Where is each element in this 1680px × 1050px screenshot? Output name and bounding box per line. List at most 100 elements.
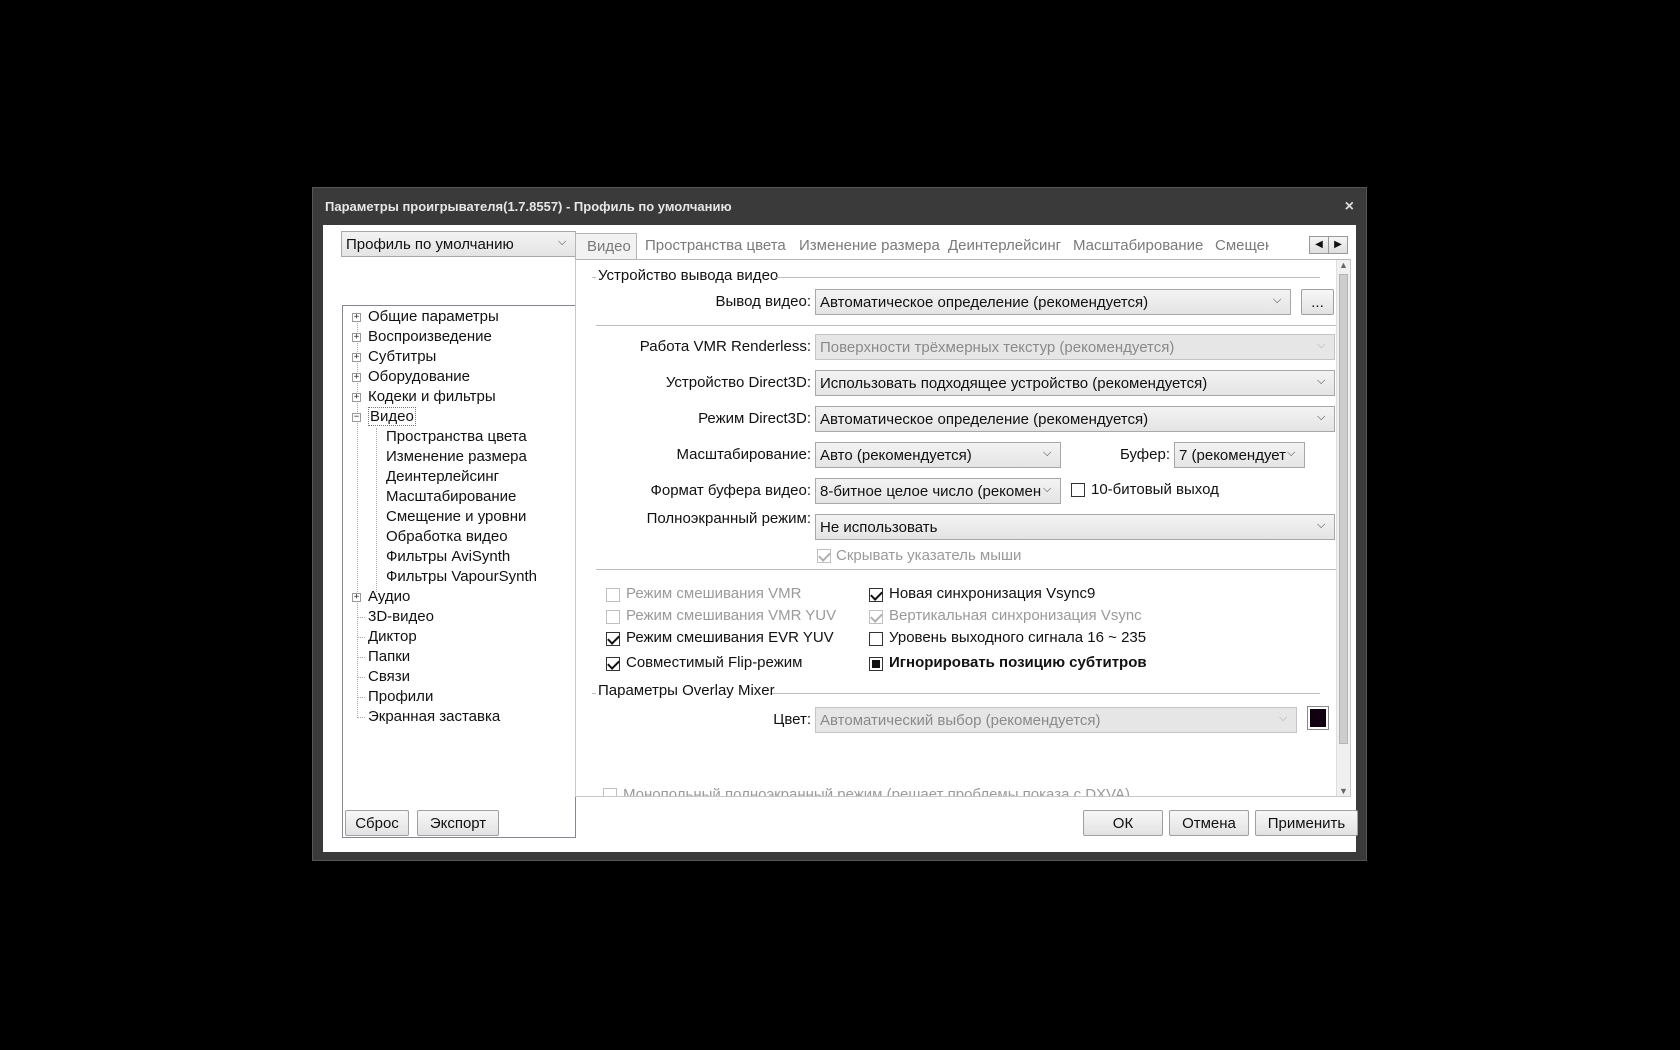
expand-icon[interactable]: +: [352, 313, 361, 322]
tree-item[interactable]: Масштабирование: [386, 488, 516, 508]
profile-select[interactable]: Профиль по умолчанию ⌵: [341, 231, 576, 257]
group-divider: [775, 277, 1320, 278]
evr-yuv-checkbox[interactable]: [606, 632, 620, 646]
overlay-color-select[interactable]: Автоматический выбор (рекомендуется) ⌵: [815, 707, 1297, 733]
video-output-select[interactable]: Автоматическое определение (рекомендуетс…: [815, 289, 1291, 315]
ten-bit-checkbox[interactable]: [1071, 483, 1085, 497]
vmr-mixing-checkbox[interactable]: [606, 588, 620, 602]
tab-scaling[interactable]: Масштабирование: [1073, 233, 1203, 259]
tab-resize[interactable]: Изменение размера: [799, 233, 940, 259]
tree-item[interactable]: Профили: [368, 688, 433, 708]
tab-deinterlacing[interactable]: Деинтерлейсинг: [948, 233, 1061, 259]
video-output-group-title: Устройство вывода видео: [598, 267, 779, 284]
expand-icon[interactable]: +: [352, 593, 361, 602]
settings-tree: Общие параметры + Воспроизведение + Субтитры…: [342, 305, 576, 838]
hide-cursor-checkbox[interactable]: [817, 549, 831, 563]
tree-item[interactable]: Оборудование: [368, 368, 470, 388]
chevron-down-icon: ⌵: [1317, 375, 1326, 387]
vmr-renderless-value: Поверхности трёхмерных текстур (рекоменд…: [820, 339, 1175, 356]
tree-item-label: Аудио: [368, 588, 411, 605]
tree-item-label: Диктор: [368, 628, 417, 645]
tree-item-label: Экранная заставка: [368, 708, 501, 725]
tree-item[interactable]: 3D-видео: [368, 608, 434, 628]
tree-guide-line: [357, 657, 365, 658]
expand-icon[interactable]: +: [352, 373, 361, 382]
vsync9-label: Новая синхронизация Vsync9: [889, 585, 1096, 602]
vsync9-checkbox[interactable]: [869, 588, 883, 602]
tree-item-label: Изменение размера: [386, 448, 527, 465]
tree-item[interactable]: Диктор: [368, 628, 417, 648]
export-button[interactable]: Экспорт: [417, 810, 499, 836]
collapse-icon[interactable]: −: [352, 413, 361, 422]
color-swatch-button[interactable]: [1307, 706, 1329, 730]
chevron-down-icon: ⌵: [1043, 447, 1052, 459]
tree-item[interactable]: Аудио: [368, 588, 410, 608]
color-swatch: [1310, 709, 1326, 727]
group-divider: [592, 277, 596, 278]
tree-item-label: Деинтерлейсинг: [386, 468, 500, 485]
tree-item[interactable]: Изменение размера: [386, 448, 527, 468]
scaling-select[interactable]: Авто (рекомендуется) ⌵: [815, 442, 1061, 468]
scroll-down-icon[interactable]: ▼: [1339, 786, 1348, 796]
tree-item-label: Смещение и уровни: [386, 508, 527, 525]
scaling-value: Авто (рекомендуется): [820, 447, 972, 464]
buffer-select[interactable]: 7 (рекомендует ⌵: [1174, 442, 1305, 468]
evr-yuv-label: Режим смешивания EVR YUV: [626, 629, 834, 646]
video-output-settings-button[interactable]: ...: [1301, 289, 1334, 315]
tab-video[interactable]: Видео: [575, 233, 637, 259]
chevron-down-icon: ⌵: [1317, 411, 1326, 423]
d3d-mode-select[interactable]: Автоматическое определение (рекомендуетс…: [815, 406, 1335, 432]
apply-button[interactable]: Применить: [1255, 810, 1358, 836]
reset-button[interactable]: Сброс: [345, 810, 409, 836]
expand-icon[interactable]: +: [352, 393, 361, 402]
tree-item[interactable]: Деинтерлейсинг: [386, 468, 499, 488]
flip-mode-checkbox[interactable]: [606, 657, 620, 671]
tree-item-label: Пространства цвета: [386, 428, 527, 445]
vmr-mixing-label: Режим смешивания VMR: [626, 585, 802, 602]
vsync-checkbox[interactable]: [869, 610, 883, 624]
ignore-sub-pos-checkbox[interactable]: [869, 657, 883, 671]
tree-item[interactable]: Папки: [368, 648, 410, 668]
scaling-label: Масштабирование:: [676, 446, 811, 463]
fullscreen-value: Не использовать: [820, 519, 938, 536]
ok-button[interactable]: ОК: [1083, 810, 1163, 836]
exclusive-fullscreen-checkbox[interactable]: [603, 788, 617, 796]
divider: [596, 569, 1336, 570]
d3d-device-select[interactable]: Использовать подходящее устройство (реко…: [815, 370, 1335, 396]
tree-guide-line: [376, 428, 377, 592]
cancel-button[interactable]: Отмена: [1169, 810, 1249, 836]
tree-item[interactable]: Фильтры AviSynth: [386, 548, 510, 568]
levels-checkbox[interactable]: [869, 632, 883, 646]
tab-scroll-right-icon[interactable]: ▶: [1328, 236, 1348, 254]
expand-icon[interactable]: +: [352, 353, 361, 362]
buffer-format-select[interactable]: 8-битное целое число (рекомен ⌵: [815, 478, 1061, 504]
page-scrollbar[interactable]: ▲ ▼: [1336, 260, 1350, 796]
tab-scroll-left-icon[interactable]: ◀: [1309, 236, 1329, 254]
tab-color-spaces[interactable]: Пространства цвета: [645, 233, 786, 259]
vmr-yuv-checkbox[interactable]: [606, 610, 620, 624]
close-icon[interactable]: ×: [1345, 198, 1354, 216]
tree-item[interactable]: Общие параметры: [368, 308, 499, 328]
tree-item[interactable]: Обработка видео: [386, 528, 508, 548]
fullscreen-label: Полноэкранный режим:: [646, 510, 811, 527]
d3d-device-label: Устройство Direct3D:: [665, 374, 811, 391]
tab-offset-levels[interactable]: Смещен: [1215, 233, 1269, 259]
tree-item[interactable]: Экранная заставка: [368, 708, 500, 728]
tree-item-label: Связи: [368, 668, 411, 685]
vmr-renderless-select[interactable]: Поверхности трёхмерных текстур (рекоменд…: [815, 334, 1335, 360]
overlay-color-label: Цвет:: [773, 711, 811, 728]
tree-item[interactable]: Смещение и уровни: [386, 508, 526, 528]
tree-item[interactable]: Связи: [368, 668, 410, 688]
d3d-mode-value: Автоматическое определение (рекомендуетс…: [820, 411, 1149, 428]
tree-item[interactable]: Воспроизведение: [368, 328, 492, 348]
scroll-up-icon[interactable]: ▲: [1339, 260, 1348, 270]
tree-item[interactable]: Фильтры VapourSynth: [386, 568, 537, 588]
tree-item[interactable]: Субтитры: [368, 348, 436, 368]
buffer-format-label: Формат буфера видео:: [650, 482, 811, 499]
tree-item[interactable]: Кодеки и фильтры: [368, 388, 496, 408]
scroll-thumb[interactable]: [1339, 274, 1348, 744]
expand-icon[interactable]: +: [352, 333, 361, 342]
fullscreen-select[interactable]: Не использовать ⌵: [815, 514, 1335, 540]
tree-item[interactable]: Пространства цвета: [386, 428, 527, 448]
tree-item[interactable]: Видео: [368, 407, 416, 428]
